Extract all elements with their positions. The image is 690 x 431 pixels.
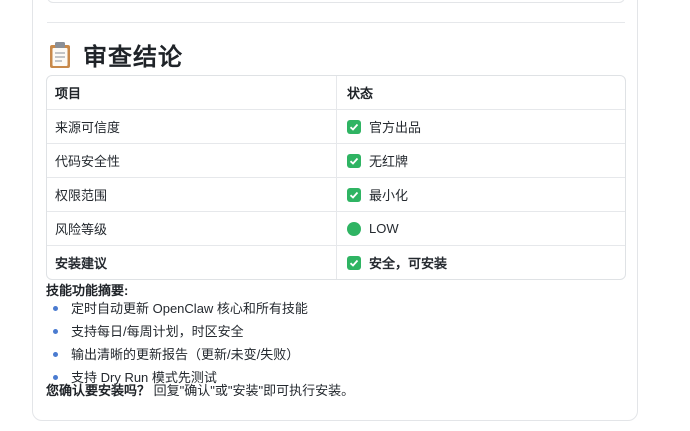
row-status: 安全，可安装 — [337, 246, 625, 279]
row-status: 无红牌 — [337, 144, 625, 177]
section-heading: 审查结论 — [49, 37, 183, 72]
previous-block — [47, 0, 625, 3]
check-icon — [347, 153, 361, 168]
row-status-text: LOW — [369, 221, 399, 236]
column-header-status: 状态 — [347, 86, 374, 101]
table-row: 安装建议 安全，可安装 — [47, 245, 625, 279]
confirm-question: 您确认要安装吗？ — [46, 383, 151, 398]
review-table: 项目 状态 来源可信度 官方出品 代码安全性 无红牌 权限范围 最小化 风险等级… — [46, 75, 626, 280]
page-title: 审查结论 — [83, 44, 183, 71]
row-status: LOW — [337, 212, 625, 245]
row-item-label: 安装建议 — [47, 246, 337, 279]
check-icon — [347, 255, 361, 270]
table-row: 代码安全性 无红牌 — [47, 143, 625, 177]
list-item-text: 输出清晰的更新报告（更新/未变/失败） — [71, 347, 300, 362]
clipboard-icon — [50, 41, 70, 68]
check-icon — [347, 187, 361, 202]
row-status-text: 无红牌 — [369, 154, 409, 169]
confirm-prompt: 您确认要安装吗？ 回复"确认"或"安装"即可执行安装。 — [46, 380, 354, 399]
row-status: 最小化 — [337, 178, 625, 211]
row-item-label: 代码安全性 — [47, 144, 337, 177]
table-row: 来源可信度 官方出品 — [47, 109, 625, 143]
green-circle-icon — [347, 221, 361, 236]
row-item-label: 权限范围 — [47, 178, 337, 211]
list-item: 定时自动更新 OpenClaw 核心和所有技能 — [51, 297, 308, 320]
list-item: 支持每日/每周计划，时区安全 — [51, 320, 308, 343]
table-row: 风险等级 LOW — [47, 211, 625, 245]
bullet-icon — [53, 352, 58, 357]
row-item-label: 来源可信度 — [47, 110, 337, 143]
list-item-text: 定时自动更新 OpenClaw 核心和所有技能 — [71, 301, 308, 316]
list-item: 输出清晰的更新报告（更新/未变/失败） — [51, 343, 308, 366]
row-status-text: 官方出品 — [369, 120, 422, 135]
divider — [47, 22, 625, 23]
row-status-text: 最小化 — [369, 188, 409, 203]
row-status-text: 安全，可安装 — [369, 256, 448, 271]
confirm-instruction: 回复"确认"或"安装"即可执行安装。 — [150, 383, 355, 398]
check-icon — [347, 119, 361, 134]
table-row: 权限范围 最小化 — [47, 177, 625, 211]
row-item-label: 风险等级 — [47, 212, 337, 245]
table-header-row: 项目 状态 — [47, 76, 625, 109]
row-status: 官方出品 — [337, 110, 625, 143]
column-header-item: 项目 — [47, 76, 337, 109]
message-card: 审查结论 项目 状态 来源可信度 官方出品 代码安全性 无红牌 权限范围 最小化… — [32, 0, 638, 421]
list-item-text: 支持每日/每周计划，时区安全 — [71, 324, 244, 339]
bullet-icon — [53, 306, 58, 311]
bullet-icon — [53, 329, 58, 334]
summary-list: 定时自动更新 OpenClaw 核心和所有技能 支持每日/每周计划，时区安全 输… — [51, 289, 308, 389]
